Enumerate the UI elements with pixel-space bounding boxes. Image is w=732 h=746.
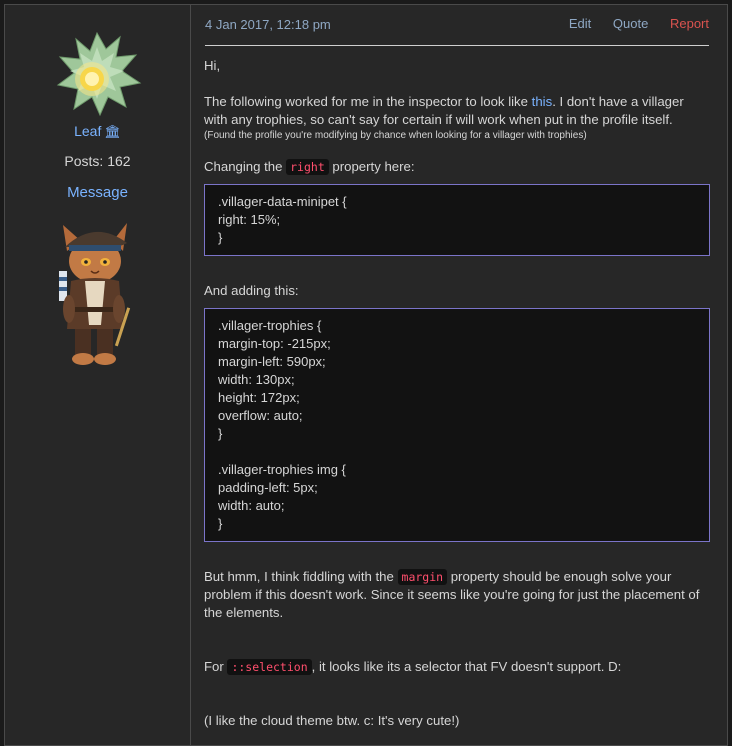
code-line: }: [218, 230, 223, 245]
code-line: .villager-trophies img {: [218, 462, 346, 477]
author-sidebar: Leaf 🏛 Posts: 162 Message: [5, 5, 191, 745]
pet-avatar: [59, 223, 131, 365]
post-content: 4 Jan 2017, 12:18 pm Edit Quote Report H…: [191, 5, 727, 745]
code-line: margin-left: 590px;: [218, 354, 326, 369]
edit-button[interactable]: Edit: [569, 16, 591, 31]
post-count: Posts: 162: [64, 153, 131, 169]
post-body: Hi, The following worked for me in the i…: [204, 57, 710, 730]
author-name[interactable]: Leaf: [74, 123, 101, 139]
intro-paragraph: The following worked for me in the inspe…: [204, 93, 710, 129]
report-button[interactable]: Report: [670, 16, 709, 31]
changing-paragraph: Changing the right property here:: [204, 158, 710, 176]
code-line: right: 15%;: [218, 212, 281, 227]
message-link[interactable]: Message: [5, 184, 190, 201]
code-line: overflow: auto;: [218, 408, 303, 423]
code-line: margin-top: -215px;: [218, 336, 331, 351]
code-line: .villager-data-minipet {: [218, 194, 347, 209]
post-actions: Edit Quote Report: [551, 16, 709, 31]
code-line: }: [218, 516, 223, 531]
changing-text-start: Changing the: [204, 159, 287, 174]
selection-paragraph: For ::selection, it looks like its a sel…: [204, 658, 710, 676]
selection-text-end: , it looks like its a selector that FV d…: [311, 659, 622, 674]
code-block-minipet: .villager-data-minipet { right: 15%; }: [204, 184, 710, 256]
code-line: width: auto;: [218, 498, 285, 513]
post-header: 4 Jan 2017, 12:18 pm Edit Quote Report: [205, 15, 709, 46]
inline-code-selection: ::selection: [227, 659, 312, 675]
code-block-trophies: .villager-trophies { margin-top: -215px;…: [204, 308, 710, 542]
author-line: Leaf 🏛: [5, 123, 190, 140]
post-date: 4 Jan 2017, 12:18 pm: [205, 17, 331, 32]
note-text: (Found the profile you're modifying by c…: [204, 130, 587, 141]
inline-code-margin: margin: [397, 569, 448, 585]
code-line: height: 172px;: [218, 390, 300, 405]
adding-text: And adding this:: [204, 283, 299, 298]
code-line: .villager-trophies {: [218, 318, 322, 333]
code-line: padding-left: 5px;: [218, 480, 318, 495]
intro-text-start: The following worked for me in the inspe…: [204, 94, 532, 109]
greeting-text: Hi,: [204, 58, 221, 73]
code-line: width: 130px;: [218, 372, 295, 387]
margin-paragraph: But hmm, I think fiddling with the margi…: [204, 568, 710, 622]
changing-text-end: property here:: [328, 159, 415, 174]
closing-text: (I like the cloud theme btw. c: It's ver…: [204, 713, 460, 728]
margin-text-start: But hmm, I think fiddling with the: [204, 569, 398, 584]
example-link[interactable]: this: [532, 94, 553, 109]
bank-icon: 🏛: [104, 124, 121, 139]
code-line: }: [218, 426, 223, 441]
forum-post: Leaf 🏛 Posts: 162 Message 4 Jan 2017, 12…: [4, 4, 728, 746]
quote-button[interactable]: Quote: [613, 16, 648, 31]
user-avatar[interactable]: [50, 27, 144, 121]
inline-code-right: right: [286, 159, 329, 175]
selection-text-start: For: [204, 659, 228, 674]
